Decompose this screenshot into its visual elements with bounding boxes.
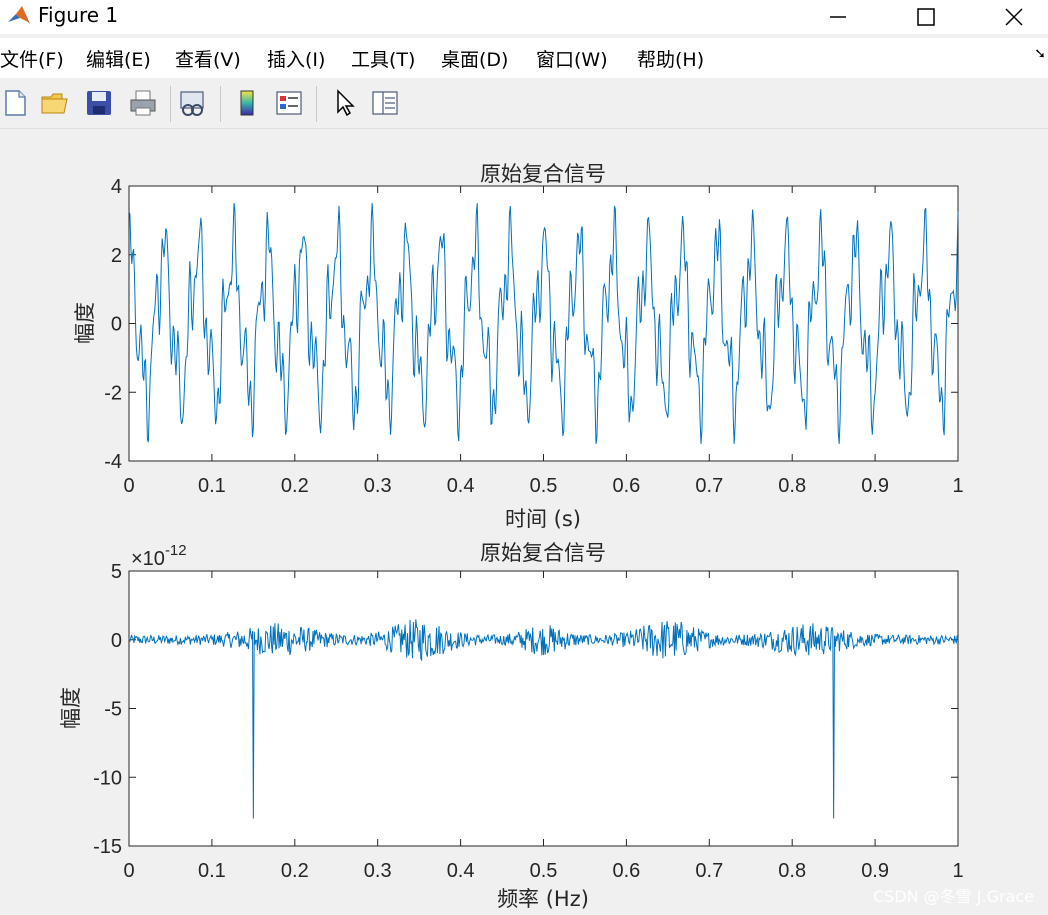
x-tick-label: 0.1: [198, 475, 226, 497]
print-icon[interactable]: [128, 88, 158, 118]
menu-bar: 文件(F) 编辑(E) 查看(V) 插入(I) 工具(T) 桌面(D) 窗口(W…: [0, 38, 1048, 78]
axes-2-exponent-power: -12: [165, 542, 187, 559]
menu-window[interactable]: 窗口(W): [536, 45, 608, 72]
x-tick-label: 1: [952, 475, 963, 497]
axes-2-exponent-base: ×10: [131, 548, 165, 570]
y-tick-label: 4: [111, 176, 122, 198]
axes-1-xlabel: 时间 (s): [505, 507, 581, 531]
close-icon: [1005, 8, 1023, 26]
y-tick-label: 0: [111, 314, 122, 336]
x-tick-label: 0.3: [364, 475, 392, 497]
time-domain-axes[interactable]: 原始复合信号 时间 (s) 幅度 0 0.1 0.2 0.3 0.4 0.5 0.6 0.7 0…: [73, 162, 964, 531]
x-tick-label: 0.9: [861, 475, 889, 497]
x-tick-label: 0.7: [695, 860, 723, 882]
edit-plot-arrow-icon[interactable]: [330, 88, 360, 118]
x-tick-label: 0.7: [695, 475, 723, 497]
new-figure-icon[interactable]: [0, 88, 30, 118]
y-tick-label: 0: [111, 630, 122, 652]
minimize-icon: [830, 16, 846, 18]
close-button[interactable]: [984, 0, 1044, 34]
menu-edit[interactable]: 编辑(E): [86, 45, 151, 72]
axes-1-title: 原始复合信号: [480, 162, 606, 186]
x-tick-label: 0.8: [778, 860, 806, 882]
y-tick-label: -2: [104, 382, 122, 404]
axes-2-ylabel: 幅度: [59, 687, 83, 729]
minimize-button[interactable]: [808, 0, 868, 34]
axes-1-ylabel: 幅度: [73, 302, 97, 344]
menu-tools[interactable]: 工具(T): [351, 45, 415, 72]
toolbar-separator: [316, 86, 317, 122]
x-tick-label: 0.3: [364, 860, 392, 882]
x-tick-label: 0.6: [612, 860, 640, 882]
figure-toolbar: [0, 80, 1048, 129]
x-tick-label: 0.5: [530, 475, 558, 497]
toolbar-separator: [220, 86, 221, 122]
open-folder-icon[interactable]: [40, 88, 70, 118]
x-tick-label: 0.9: [861, 860, 889, 882]
save-icon[interactable]: [84, 88, 114, 118]
x-tick-label: 0.2: [281, 860, 309, 882]
x-tick-label: 1: [952, 860, 963, 882]
maximize-icon: [917, 8, 935, 26]
x-tick-label: 0.6: [612, 475, 640, 497]
x-tick-label: 0: [123, 860, 134, 882]
plots-svg: 原始复合信号 时间 (s) 幅度 0 0.1 0.2 0.3 0.4 0.5 0.6 0.7 0…: [59, 162, 964, 911]
x-tick-label: 0.4: [447, 475, 475, 497]
window-titlebar: Figure 1: [0, 0, 1048, 34]
menu-desktop[interactable]: 桌面(D): [441, 45, 508, 72]
x-tick-label: 0.8: [778, 475, 806, 497]
menu-file[interactable]: 文件(F): [0, 45, 64, 72]
x-tick-label: 0.1: [198, 860, 226, 882]
y-tick-label: -4: [104, 451, 122, 473]
axes-2-exponent: ×10-12: [131, 542, 187, 570]
y-tick-label: 2: [111, 245, 122, 267]
menubar-dock-arrow-icon[interactable]: ➘: [1034, 46, 1046, 62]
menu-insert[interactable]: 插入(I): [267, 45, 325, 72]
x-tick-label: 0: [123, 475, 134, 497]
link-plot-icon[interactable]: [178, 88, 208, 118]
axes-2-title: 原始复合信号: [480, 541, 606, 565]
menu-view[interactable]: 查看(V): [175, 45, 241, 72]
matlab-logo-icon: [8, 6, 30, 24]
y-tick-label: -10: [93, 767, 122, 789]
window-title: Figure 1: [38, 3, 119, 27]
menu-help[interactable]: 帮助(H): [637, 45, 704, 72]
legend-icon[interactable]: [274, 88, 304, 118]
y-tick-label: -5: [104, 699, 122, 721]
toolbar-separator: [170, 86, 171, 122]
colorbar-icon[interactable]: [232, 88, 262, 118]
y-tick-label: -15: [93, 836, 122, 858]
maximize-button[interactable]: [896, 0, 956, 34]
x-tick-label: 0.2: [281, 475, 309, 497]
axes-2-xlabel: 频率 (Hz): [497, 887, 589, 911]
x-tick-label: 0.5: [530, 860, 558, 882]
property-inspector-icon[interactable]: [370, 88, 400, 118]
x-tick-label: 0.4: [447, 860, 475, 882]
y-tick-label: 5: [111, 561, 122, 583]
watermark-text: CSDN @冬雪 J.Grace: [872, 887, 1034, 906]
frequency-domain-axes[interactable]: 原始复合信号 ×10-12 频率 (Hz) 幅度 0 0.1 0.2 0.3 0.4 0.…: [59, 541, 964, 911]
figure-canvas[interactable]: 原始复合信号 时间 (s) 幅度 0 0.1 0.2 0.3 0.4 0.5 0.6 0.7 0…: [0, 129, 1048, 915]
